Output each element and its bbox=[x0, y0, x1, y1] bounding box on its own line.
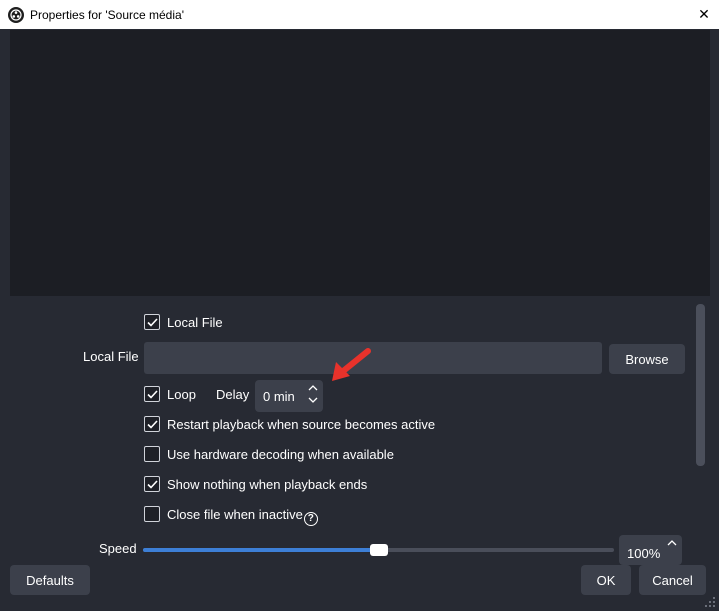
speed-slider[interactable] bbox=[143, 544, 614, 556]
local-file-field-label: Local File bbox=[83, 349, 139, 364]
speed-slider-handle[interactable] bbox=[370, 544, 388, 556]
delay-label: Delay bbox=[216, 387, 250, 402]
window-title: Properties for 'Source média' bbox=[30, 7, 184, 22]
show-nothing-checkbox[interactable] bbox=[144, 476, 160, 492]
local-file-checkbox[interactable] bbox=[144, 314, 160, 330]
red-arrow-icon bbox=[332, 348, 371, 381]
browse-button[interactable]: Browse bbox=[609, 344, 685, 374]
close-file-inactive-checkbox[interactable] bbox=[144, 506, 160, 522]
restart-playback-checkbox[interactable] bbox=[144, 416, 160, 432]
close-icon: ✕ bbox=[698, 6, 710, 22]
media-preview bbox=[10, 30, 710, 296]
speed-spinbox[interactable]: 100% bbox=[619, 535, 682, 565]
restart-playback-label: Restart playback when source becomes act… bbox=[167, 417, 436, 432]
title-bar: Properties for 'Source média' ✕ bbox=[0, 0, 719, 29]
ok-button[interactable]: OK bbox=[581, 565, 631, 595]
loop-checkbox[interactable] bbox=[144, 386, 160, 402]
hardware-decoding-label: Use hardware decoding when available bbox=[167, 447, 394, 462]
delay-stepper[interactable] bbox=[306, 382, 320, 406]
check-icon bbox=[146, 479, 158, 489]
loop-checkbox-label: Loop bbox=[167, 387, 196, 402]
chevron-up-icon[interactable] bbox=[308, 382, 318, 394]
speed-stepper[interactable] bbox=[665, 537, 679, 549]
speed-value: 100% bbox=[627, 545, 661, 561]
speed-slider-fill bbox=[143, 548, 379, 552]
chevron-down-icon[interactable] bbox=[308, 394, 318, 406]
scrollbar-thumb[interactable] bbox=[696, 304, 705, 466]
local-file-checkbox-label: Local File bbox=[167, 315, 223, 330]
delay-spinbox[interactable]: 0 min bbox=[255, 380, 323, 412]
speed-label: Speed bbox=[99, 541, 137, 556]
chevron-up-icon[interactable] bbox=[667, 537, 677, 549]
check-icon bbox=[146, 317, 158, 327]
close-button[interactable]: ✕ bbox=[689, 0, 719, 29]
check-icon bbox=[146, 419, 158, 429]
help-icon[interactable]: ? bbox=[303, 511, 318, 526]
close-file-inactive-row: Close file when inactive? bbox=[167, 507, 318, 526]
cancel-button[interactable]: Cancel bbox=[639, 565, 706, 595]
close-file-inactive-label: Close file when inactive bbox=[167, 507, 303, 522]
hardware-decoding-checkbox[interactable] bbox=[144, 446, 160, 462]
check-icon bbox=[146, 389, 158, 399]
show-nothing-label: Show nothing when playback ends bbox=[167, 477, 368, 492]
obs-logo-icon bbox=[8, 6, 24, 23]
defaults-button[interactable]: Defaults bbox=[10, 565, 90, 595]
delay-value: 0 min bbox=[263, 388, 295, 404]
resize-grip-icon[interactable] bbox=[704, 596, 716, 608]
